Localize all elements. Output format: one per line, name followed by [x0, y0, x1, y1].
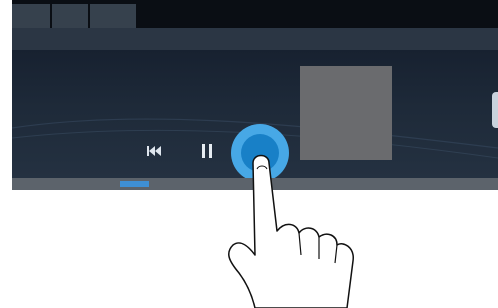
tap-hand-icon — [228, 154, 354, 308]
skip-previous-icon — [147, 146, 161, 156]
header-bar — [12, 28, 498, 50]
pause-button[interactable] — [200, 142, 214, 160]
progress-fill — [120, 181, 149, 187]
top-bar — [12, 0, 498, 28]
tab-2[interactable] — [52, 4, 88, 28]
tab-1[interactable] — [12, 4, 50, 28]
tab-3[interactable] — [90, 4, 136, 28]
side-panel-handle[interactable] — [492, 92, 498, 128]
skip-previous-button[interactable] — [146, 144, 164, 158]
pause-icon — [202, 144, 212, 158]
